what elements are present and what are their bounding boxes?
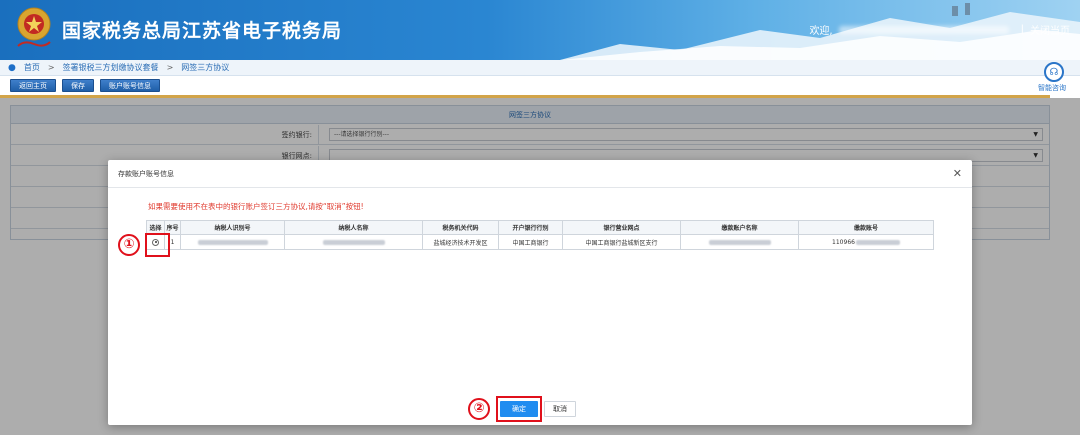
headset-icon: ☊ — [1044, 62, 1064, 82]
dialog-title: 存款账户账号信息 — [118, 170, 174, 178]
annotation-box-select — [145, 233, 170, 257]
redacted-account-number — [855, 239, 900, 245]
account-info-button[interactable]: 账户账号信息 — [100, 79, 160, 92]
annotation-marker-2: ② — [468, 398, 490, 420]
row-taxpayer-id — [180, 234, 285, 250]
row-bank-type: 中国工商银行 — [498, 234, 563, 250]
welcome-text: 欢迎, — [809, 26, 833, 37]
row-tax-office: 盐城经济技术开发区 — [422, 234, 499, 250]
annotation-marker-1: ① — [118, 234, 140, 256]
header-separator: | — [1020, 24, 1024, 35]
header-user-area: 欢迎, | 关闭当页 — [809, 22, 1070, 37]
cancel-button[interactable]: 取消 — [544, 401, 576, 417]
close-icon[interactable]: ✕ — [953, 167, 962, 180]
row-taxpayer-name — [284, 234, 423, 250]
breadcrumb: ● 首页 > 签署银税三方划缴协议套餐 > 网签三方协议 — [0, 60, 1080, 76]
col-account-number: 缴款账号 — [798, 220, 934, 235]
save-button[interactable]: 保存 — [62, 79, 94, 92]
row-account-name — [680, 234, 799, 250]
annotation-box-confirm — [496, 396, 542, 422]
col-branch: 银行营业网点 — [562, 220, 681, 235]
site-title: 国家税务总局江苏省电子税务局 — [62, 20, 343, 42]
col-tax-office: 税务机关代码 — [422, 220, 499, 235]
account-dialog: 存款账户账号信息 ✕ 如果需要使用不在表中的银行账户签订三方协议,请按“取消”按… — [108, 160, 972, 425]
col-taxpayer-id: 纳税人识别号 — [180, 220, 285, 235]
site-header: 国家税务总局江苏省电子税务局 欢迎, | 关闭当页 — [0, 0, 1080, 60]
breadcrumb-separator: > — [166, 63, 174, 72]
breadcrumb-home[interactable]: 首页 — [24, 62, 40, 73]
redacted-account-name — [708, 239, 771, 245]
row-account-number: 110966 — [798, 234, 934, 250]
location-pin-icon: ● — [8, 62, 16, 73]
col-taxpayer-name: 纳税人名称 — [284, 220, 423, 235]
toolbar: 返回主页 保存 账户账号信息 — [10, 79, 160, 92]
account-table: 选择 序号 纳税人识别号 纳税人名称 税务机关代码 开户银行行别 银行营业网点 … — [146, 220, 934, 250]
table-header-row: 选择 序号 纳税人识别号 纳税人名称 税务机关代码 开户银行行别 银行营业网点 … — [146, 220, 934, 235]
row-branch: 中国工商银行盐城新区支行 — [562, 234, 681, 250]
breadcrumb-current: 网签三方协议 — [181, 63, 230, 72]
col-account-name: 缴款账户名称 — [680, 220, 799, 235]
breadcrumb-separator: > — [47, 63, 55, 72]
tax-emblem-icon — [17, 7, 51, 47]
account-number-prefix: 110966 — [832, 238, 855, 246]
redacted-taxpayer-id — [197, 239, 268, 245]
redacted-user-info — [838, 25, 1009, 34]
table-row[interactable]: 1 盐城经济技术开发区 中国工商银行 中国工商银行盐城新区支行 110966 — [146, 234, 934, 250]
close-page-link[interactable]: 关闭当页 — [1030, 22, 1070, 37]
smart-consult-label: 智能咨询 — [1038, 84, 1066, 92]
dialog-header: 存款账户账号信息 ✕ — [108, 160, 972, 188]
breadcrumb-package[interactable]: 签署银税三方划缴协议套餐 — [63, 62, 159, 73]
smart-consult-widget[interactable]: ☊ 智能咨询 — [1036, 60, 1080, 96]
dialog-warning: 如果需要使用不在表中的银行账户签订三方协议,请按“取消”按钮! — [148, 202, 364, 211]
back-home-button[interactable]: 返回主页 — [10, 79, 56, 92]
redacted-taxpayer-name — [322, 239, 385, 245]
col-bank-type: 开户银行行别 — [498, 220, 563, 235]
